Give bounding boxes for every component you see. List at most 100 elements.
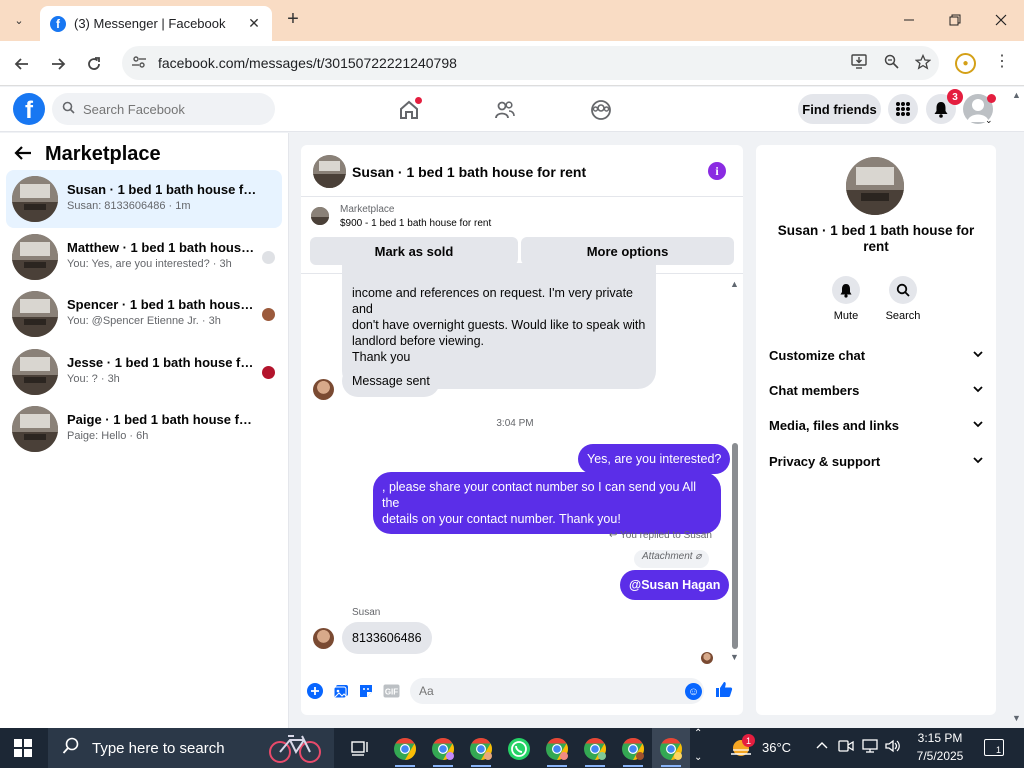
bookmark-star-icon[interactable]	[907, 53, 939, 73]
friends-nav[interactable]	[490, 95, 520, 125]
conversation-item[interactable]: Matthew · 1 bed 1 bath house fo... You: …	[6, 228, 282, 286]
network-icon[interactable]	[862, 739, 878, 756]
windows-start-icon[interactable]	[14, 739, 32, 757]
emoji-icon[interactable]: ☺	[685, 683, 702, 700]
menu-button[interactable]	[888, 94, 918, 124]
chevron-down-icon[interactable]: ⌄	[985, 115, 993, 126]
outgoing-message[interactable]: @Susan Hagan	[620, 570, 730, 600]
volume-icon[interactable]	[885, 739, 901, 756]
add-icon[interactable]	[306, 682, 324, 700]
notification-center-icon[interactable]: 1	[984, 739, 1004, 756]
browser-menu-icon[interactable]: ⋮	[992, 51, 1012, 75]
profile-icon[interactable]: ●	[955, 53, 976, 74]
media-files-links-section[interactable]: Media, files and links	[769, 415, 983, 435]
facebook-search[interactable]	[52, 93, 275, 125]
contact-avatar[interactable]	[313, 628, 334, 649]
scroll-down-arrow[interactable]: ▼	[730, 652, 739, 662]
running-indicator	[547, 765, 567, 767]
message-input[interactable]	[419, 684, 669, 698]
info-icon[interactable]: i	[708, 162, 726, 180]
incoming-message[interactable]: 8133606486	[342, 622, 432, 654]
search-conversation-button[interactable]: Search	[883, 276, 923, 322]
gif-icon[interactable]: GIF	[382, 682, 400, 700]
sticker-icon[interactable]	[357, 682, 375, 700]
forward-button[interactable]	[46, 52, 70, 76]
conversation-item[interactable]: Jesse · 1 bed 1 bath house for rent You:…	[6, 343, 282, 401]
conversation-item[interactable]: Spencer · 1 bed 1 bath house for... You:…	[6, 285, 282, 343]
listing-thumbnail	[12, 291, 58, 337]
reply-indicator: ↩ You replied to Susan	[609, 530, 712, 541]
page-scroll-up-arrow[interactable]: ▲	[1012, 90, 1021, 100]
search-input[interactable]	[83, 101, 263, 117]
message-composer[interactable]	[410, 678, 704, 704]
reply-attachment-preview[interactable]: Attachment ⌀	[634, 550, 710, 568]
conversation-title: Spencer · 1 bed 1 bath house for...	[67, 297, 259, 312]
chrome-profile-icon[interactable]	[468, 736, 494, 762]
chrome-profile-icon[interactable]	[544, 736, 570, 762]
home-notification-dot	[415, 97, 422, 104]
new-tab-button[interactable]: +	[282, 8, 304, 30]
meet-now-icon[interactable]	[838, 739, 854, 756]
chrome-active-window-icon[interactable]	[658, 736, 684, 762]
customize-chat-section[interactable]: Customize chat	[769, 345, 983, 365]
maximize-button[interactable]	[932, 0, 978, 40]
home-nav[interactable]	[394, 95, 424, 125]
more-options-button[interactable]: More options	[521, 237, 734, 265]
minimize-icon	[904, 19, 914, 21]
mark-as-sold-button[interactable]: Mark as sold	[310, 237, 518, 265]
scroll-up-arrow[interactable]: ▲	[730, 279, 739, 289]
browser-tab[interactable]: f (3) Messenger | Facebook ✕	[40, 6, 272, 41]
conversation-item[interactable]: Susan · 1 bed 1 bath house for rent Susa…	[6, 170, 282, 228]
conversation-preview: You: ? · 3h	[67, 373, 120, 385]
close-window-button[interactable]	[978, 0, 1024, 40]
chevron-down-icon[interactable]: ⌄	[694, 752, 702, 763]
thumbs-up-icon[interactable]	[715, 680, 733, 703]
clock-date[interactable]: 7/5/2025	[916, 749, 964, 763]
search-icon	[889, 276, 917, 304]
listing-thumbnail[interactable]	[846, 157, 904, 215]
show-hidden-icons[interactable]	[816, 738, 828, 753]
task-view-icon[interactable]	[348, 736, 374, 762]
find-friends-button[interactable]: Find friends	[798, 94, 881, 124]
outgoing-message[interactable]: , please share your contact number so I …	[373, 472, 721, 534]
back-arrow-icon[interactable]	[14, 145, 32, 166]
tab-close-icon[interactable]: ✕	[246, 15, 262, 32]
whatsapp-icon[interactable]	[506, 736, 532, 762]
message-line: income and references on request. I'm ve…	[352, 286, 633, 316]
marketplace-label: Marketplace	[340, 204, 395, 215]
outgoing-message[interactable]: Yes, are you interested?	[578, 444, 731, 474]
listing-price[interactable]: $900 - 1 bed 1 bath house for rent	[340, 218, 491, 229]
clock-time[interactable]: 3:15 PM	[916, 731, 964, 745]
groups-nav[interactable]	[586, 95, 616, 125]
url-text[interactable]: facebook.com/messages/t/3015072222124079…	[156, 55, 843, 71]
incoming-message[interactable]: Message sent	[342, 365, 440, 397]
conversation-item[interactable]: Paige · 1 bed 1 bath house for rent Paig…	[6, 400, 282, 458]
install-app-icon[interactable]	[843, 54, 875, 72]
privacy-support-section[interactable]: Privacy & support	[769, 451, 983, 471]
search-icon	[62, 737, 80, 760]
chat-scrollbar-thumb[interactable]	[732, 443, 738, 649]
section-label: Media, files and links	[769, 417, 900, 433]
facebook-logo[interactable]: f	[13, 93, 45, 125]
back-button[interactable]	[10, 52, 34, 76]
temperature[interactable]: 36°C	[762, 740, 791, 755]
contact-avatar[interactable]	[313, 379, 334, 400]
photo-icon[interactable]	[332, 682, 350, 700]
message-line: Thank you	[352, 350, 411, 364]
chrome-profile-icon[interactable]	[582, 736, 608, 762]
minimize-button[interactable]	[886, 0, 932, 40]
chrome-profile-icon[interactable]	[430, 736, 456, 762]
chrome-profile-icon[interactable]	[620, 736, 646, 762]
listing-thumbnail[interactable]	[313, 155, 346, 188]
tab-search-menu-button[interactable]: ⌄	[8, 9, 30, 31]
mute-button[interactable]: Mute	[826, 276, 866, 322]
chrome-icon[interactable]	[392, 736, 418, 762]
chat-title[interactable]: Susan · 1 bed 1 bath house for rent	[352, 164, 586, 180]
chevron-up-icon[interactable]: ⌃	[694, 728, 702, 739]
chat-members-section[interactable]: Chat members	[769, 380, 983, 400]
address-bar[interactable]: facebook.com/messages/t/3015072222124079…	[122, 46, 939, 80]
page-scroll-down-arrow[interactable]: ▼	[1012, 713, 1021, 723]
zoom-icon[interactable]	[875, 54, 907, 72]
site-info-icon[interactable]	[122, 55, 156, 72]
reload-button[interactable]	[82, 52, 106, 76]
